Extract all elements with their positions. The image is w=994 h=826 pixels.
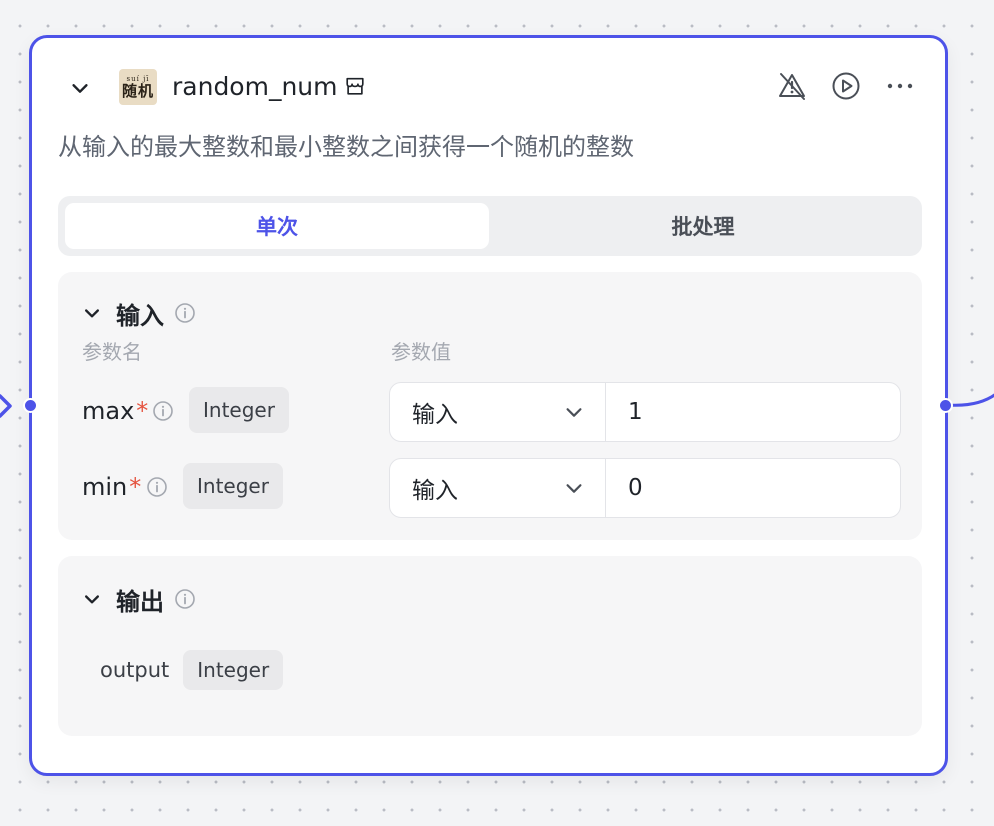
info-icon[interactable] [174, 588, 196, 610]
output-port[interactable] [938, 398, 953, 413]
plugin-logo: suí jī 随机 [119, 69, 157, 105]
inputs-section-header: 输入 [80, 296, 196, 330]
chevron-down-icon [85, 309, 99, 318]
output-param-name: output [100, 658, 170, 682]
store-icon[interactable] [344, 75, 366, 97]
tab-single[interactable]: 单次 [65, 203, 489, 249]
chevron-down-icon [566, 484, 582, 493]
required-mark: * [129, 473, 142, 501]
column-label-param-name: 参数名 [82, 340, 142, 364]
execution-mode-tabs: 单次 批处理 [58, 196, 922, 256]
param-name: max* [82, 396, 148, 426]
type-tag: Integer [183, 650, 284, 690]
run-button[interactable] [831, 71, 861, 101]
value-source-select[interactable]: 输入 [390, 383, 606, 441]
info-icon[interactable] [152, 400, 174, 422]
inputs-section: 输入 参数名 参数值 max* Integer 输入 1 min* Intege… [58, 272, 922, 540]
type-tag: Integer [183, 463, 283, 509]
required-mark: * [136, 397, 149, 425]
info-icon[interactable] [174, 302, 196, 324]
output-param-row: output Integer [100, 650, 284, 690]
plugin-node-card[interactable]: suí jī 随机 random_num 从输入的最大整数和最小整数之间获得一个… [29, 35, 948, 776]
outputs-collapse-button[interactable] [80, 587, 104, 611]
input-param-row-min: min* Integer 输入 0 [58, 458, 922, 518]
input-port[interactable] [23, 398, 38, 413]
debug-off-button[interactable] [777, 71, 807, 101]
value-source-select[interactable]: 输入 [390, 459, 606, 517]
bug-off-icon [779, 73, 805, 100]
more-horizontal-icon [887, 83, 913, 89]
outputs-title: 输出 [116, 587, 164, 616]
node-header-actions [777, 71, 915, 101]
logo-hanzi: 随机 [121, 81, 154, 100]
param-value-field: 输入 0 [389, 458, 901, 518]
param-name: min* [82, 472, 141, 502]
param-name-text: min [82, 473, 128, 501]
collapse-node-button[interactable] [66, 74, 94, 102]
outputs-section-header: 输出 [80, 582, 196, 616]
param-value-input[interactable]: 0 [606, 459, 900, 517]
column-label-param-value: 参数值 [391, 340, 451, 364]
param-name-text: max [82, 397, 135, 425]
more-options-button[interactable] [885, 71, 915, 101]
incoming-edge-arrow [0, 394, 12, 418]
tab-batch[interactable]: 批处理 [491, 203, 915, 249]
inputs-title: 输入 [116, 301, 164, 330]
outgoing-edge [948, 393, 994, 407]
input-param-row-max: max* Integer 输入 1 [58, 382, 922, 442]
node-description: 从输入的最大整数和最小整数之间获得一个随机的整数 [58, 133, 634, 161]
chevron-down-icon [85, 595, 99, 604]
play-circle-icon [832, 72, 860, 100]
inputs-collapse-button[interactable] [80, 301, 104, 325]
outputs-section: 输出 output Integer [58, 556, 922, 736]
info-icon[interactable] [146, 476, 168, 498]
chevron-down-icon [72, 84, 88, 93]
value-source-label: 输入 [412, 402, 458, 428]
node-title: random_num [172, 72, 338, 101]
param-value-input[interactable]: 1 [606, 383, 900, 441]
chevron-down-icon [566, 408, 582, 417]
param-value-field: 输入 1 [389, 382, 901, 442]
value-source-label: 输入 [412, 478, 458, 504]
type-tag: Integer [189, 387, 289, 433]
